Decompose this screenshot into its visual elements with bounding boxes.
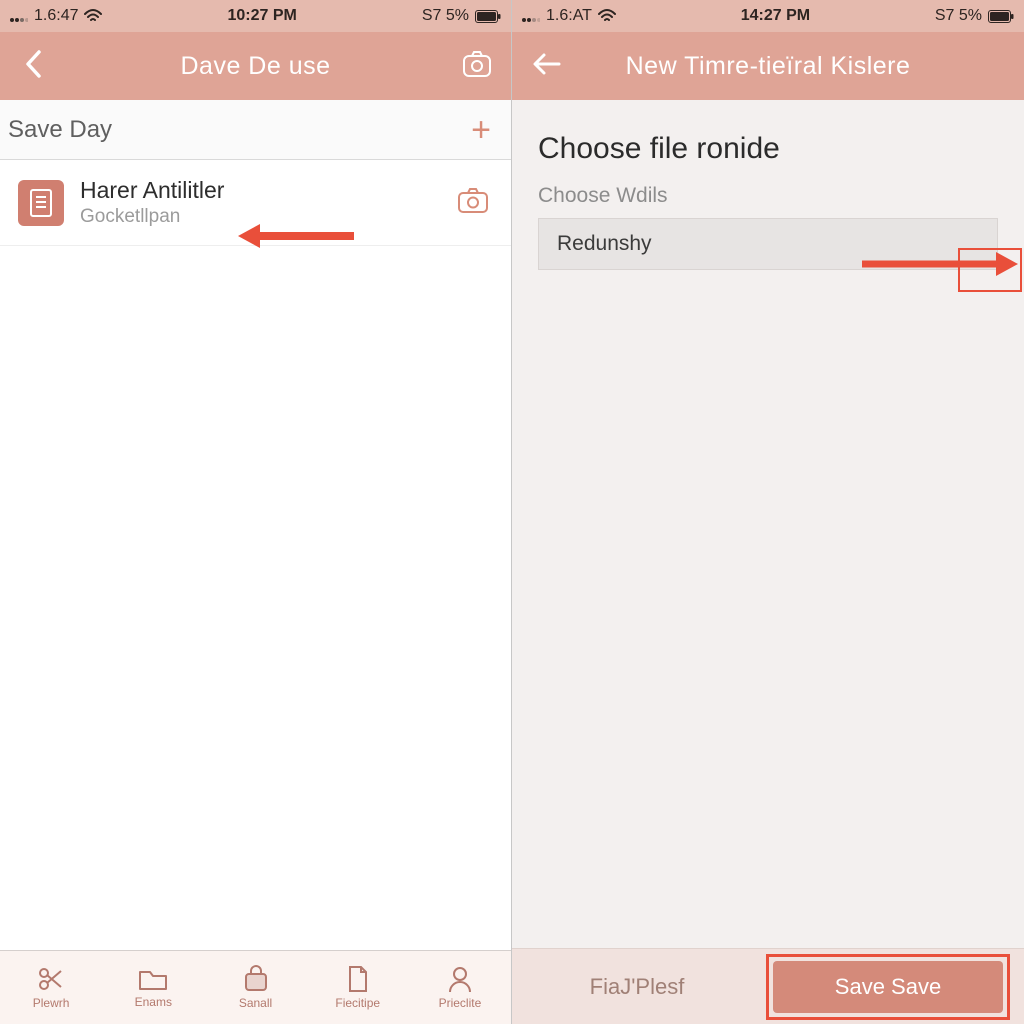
camera-outline-icon — [462, 50, 492, 83]
status-extra: S7 5% — [422, 7, 469, 25]
plus-icon: + — [471, 111, 491, 149]
tab-label: Prieclite — [439, 996, 482, 1010]
option-label: Redunshy — [557, 232, 652, 256]
nav-action-button[interactable] — [457, 46, 497, 86]
footer-bar: FiaJ'Plesf Save Save — [512, 948, 1024, 1024]
chevron-left-icon — [24, 49, 44, 84]
wifi-icon — [598, 9, 616, 23]
list-item-subtitle: Gocketllpan — [80, 206, 437, 228]
scissors-icon — [37, 965, 65, 993]
page-heading: Choose file ronide — [538, 132, 998, 166]
signal-icon — [522, 10, 540, 22]
nav-title: Dave De use — [54, 52, 457, 81]
carrier-text: 1.6:47 — [34, 7, 78, 25]
section-header: Save Day + — [0, 100, 511, 160]
signal-icon — [10, 10, 28, 22]
nav-title: New Timre-tieïral Kislere — [566, 52, 970, 81]
folder-icon — [138, 966, 168, 992]
battery-icon — [475, 10, 501, 23]
tab-bar: Plewrh Enams Sanall Fiecitipe Prieclite — [0, 950, 511, 1024]
tab-plewrh[interactable]: Plewrh — [0, 951, 102, 1024]
tab-label: Plewrh — [33, 996, 70, 1010]
list-item[interactable]: Harer Antilitler Gocketllpan — [0, 160, 511, 246]
nav-bar: New Timre-tieïral Kislere — [512, 32, 1024, 100]
option-row[interactable]: Redunshy — [538, 218, 998, 270]
wifi-icon — [84, 9, 102, 23]
back-button[interactable] — [14, 46, 54, 86]
tab-label: Enams — [135, 995, 172, 1009]
phone-right: 1.6:AT 14:27 PM S7 5% New Timre-tieïral … — [512, 0, 1024, 1024]
page-subheading: Choose Wdils — [538, 184, 998, 208]
phone-left: 1.6:47 10:27 PM S7 5% Dave De use — [0, 0, 512, 1024]
status-time: 14:27 PM — [741, 7, 810, 25]
document-icon — [18, 180, 64, 226]
tab-sanall[interactable]: Sanall — [204, 951, 306, 1024]
person-icon — [447, 965, 473, 993]
nav-bar: Dave De use — [0, 32, 511, 100]
list-item-action[interactable] — [453, 183, 493, 223]
arrow-left-icon — [531, 51, 561, 82]
tab-label: Fiecitipe — [335, 996, 380, 1010]
tab-prieclite[interactable]: Prieclite — [409, 951, 511, 1024]
section-title: Save Day — [8, 116, 112, 144]
list-item-title: Harer Antilitler — [80, 177, 437, 204]
save-button[interactable]: Save Save — [773, 961, 1003, 1013]
status-extra: S7 5% — [935, 7, 982, 25]
carrier-text: 1.6:AT — [546, 7, 592, 25]
page-icon — [346, 965, 370, 993]
status-bar: 1.6:AT 14:27 PM S7 5% — [512, 0, 1024, 32]
camera-outline-icon — [457, 186, 489, 219]
tab-enams[interactable]: Enams — [102, 951, 204, 1024]
footer-left-label: FiaJ'Plesf — [526, 974, 748, 1000]
content-area: Choose file ronide Choose Wdils Redunshy — [512, 100, 1024, 948]
save-button-label: Save Save — [835, 974, 941, 1000]
tab-label: Sanall — [239, 996, 272, 1010]
back-button[interactable] — [526, 46, 566, 86]
bag-icon — [242, 965, 270, 993]
status-time: 10:27 PM — [227, 7, 296, 25]
add-button[interactable]: + — [471, 113, 491, 147]
battery-icon — [988, 10, 1014, 23]
annotation-highlight: Save Save — [766, 954, 1010, 1020]
tab-fiecitipe[interactable]: Fiecitipe — [307, 951, 409, 1024]
status-bar: 1.6:47 10:27 PM S7 5% — [0, 0, 511, 32]
